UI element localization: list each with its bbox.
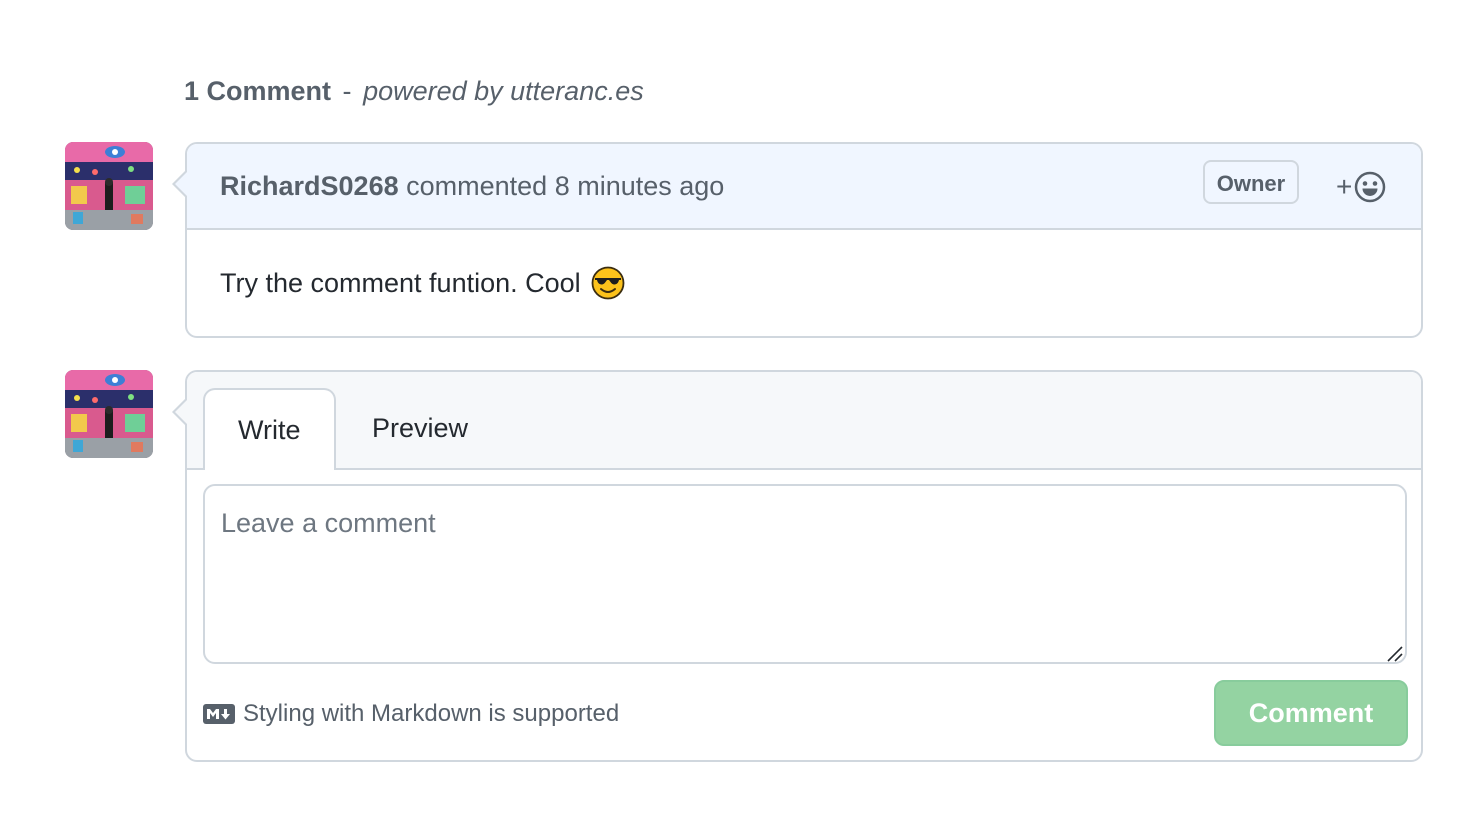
comment-text: Try the comment funtion. Cool	[220, 268, 581, 298]
comment-author-link[interactable]: RichardS0268	[220, 171, 399, 201]
comment-action: commented	[406, 171, 548, 201]
powered-by-link[interactable]: powered by utteranc.es	[363, 76, 644, 106]
plus-icon: +	[1336, 171, 1353, 202]
timeline-header: 1 Comment - powered by utteranc.es	[184, 72, 644, 110]
comment-author-avatar[interactable]	[65, 142, 153, 230]
tab-write[interactable]: Write	[203, 388, 336, 470]
utterances-comments: 1 Comment - powered by utteranc.es Richa…	[0, 0, 1482, 817]
comment-pointer	[172, 170, 187, 198]
comment: RichardS0268 commented 8 minutes ago Own…	[172, 142, 1423, 338]
new-comment-form: Write Preview Styling with Markdown is s…	[172, 370, 1423, 762]
comment-count: 1 Comment	[184, 76, 332, 106]
sunglasses-emoji-icon	[591, 266, 625, 300]
resize-handle-icon[interactable]	[1385, 644, 1403, 662]
avatar-image	[65, 370, 153, 458]
add-reaction-button[interactable]: +	[1336, 170, 1386, 204]
avatar-image	[65, 142, 153, 230]
tab-preview[interactable]: Preview	[339, 388, 501, 468]
editor-tab-bar: Write Preview	[187, 372, 1421, 470]
editor-pointer	[172, 398, 187, 426]
comment-body: Try the comment funtion. Cool	[220, 264, 625, 302]
submit-comment-button[interactable]: Comment	[1214, 680, 1408, 746]
comment-timestamp-link[interactable]: 8 minutes ago	[555, 171, 725, 201]
markdown-icon	[203, 704, 235, 724]
smiley-icon	[1355, 171, 1386, 203]
comment-meta: RichardS0268 commented 8 minutes ago	[220, 168, 724, 204]
markdown-help-link[interactable]: Styling with Markdown is supported	[203, 698, 619, 730]
header-separator: -	[342, 76, 352, 106]
comment-textarea[interactable]	[203, 484, 1407, 664]
comment-header: RichardS0268 commented 8 minutes ago Own…	[187, 144, 1421, 230]
owner-badge: Owner	[1203, 160, 1299, 204]
markdown-hint-text: Styling with Markdown is supported	[243, 700, 620, 727]
current-user-avatar[interactable]	[65, 370, 153, 458]
